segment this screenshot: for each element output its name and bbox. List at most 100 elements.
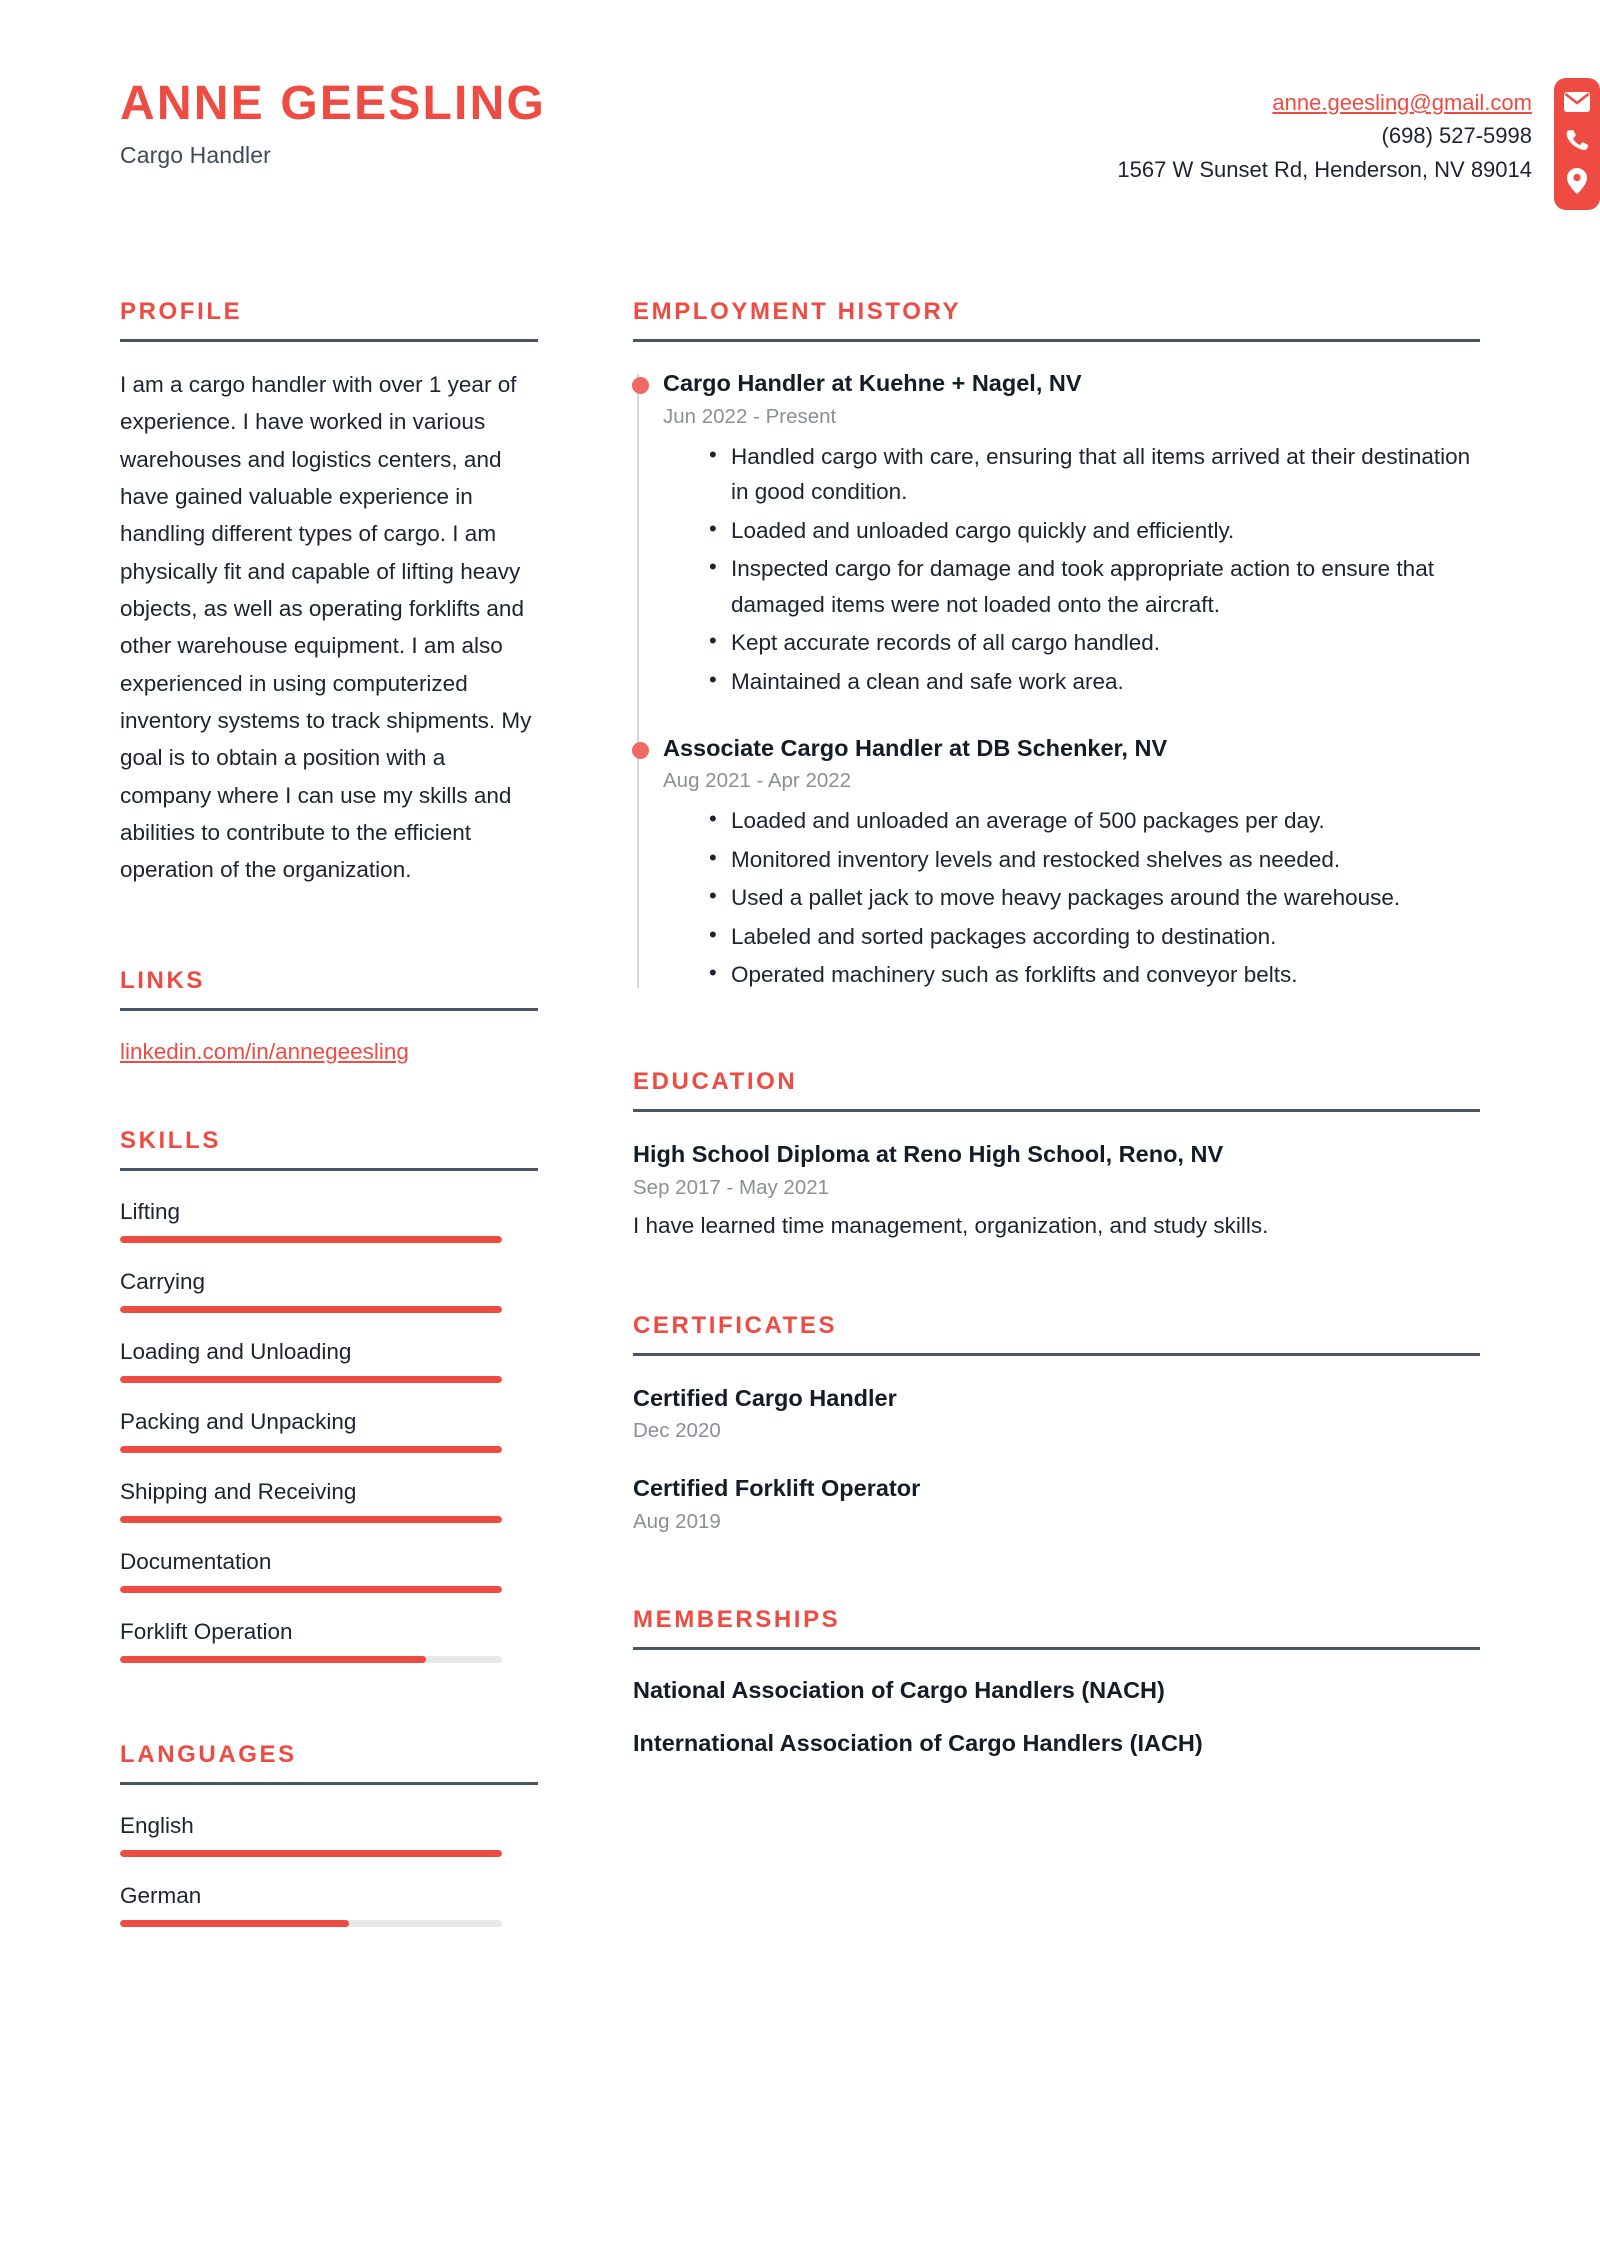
employment-date: Jun 2022 - Present	[663, 404, 837, 428]
section-languages: LANGUAGES English German	[120, 1741, 538, 1927]
employment-bullets: Handled cargo with care, ensuring that a…	[663, 438, 1480, 700]
skill-bar-track	[120, 1375, 502, 1383]
certificate-date: Aug 2019	[633, 1510, 721, 1534]
timeline-dot-icon	[632, 377, 649, 394]
section-heading-profile: PROFILE	[120, 298, 243, 325]
bullet-item: Handled cargo with care, ensuring that a…	[709, 438, 1480, 510]
bullet-item: Loaded and unloaded an average of 500 pa…	[709, 802, 1480, 839]
language-bar-fill	[120, 1849, 502, 1857]
certificates-list: Certified Cargo Handler Dec 2020 Certified…	[633, 1383, 1480, 1534]
skill-bar-item: Packing and Unpacking	[120, 1409, 538, 1453]
resume-columns: PROFILE I am a cargo handler with over 1…	[0, 210, 1600, 1927]
certificate-entry: Certified Forklift Operator Aug 2019	[633, 1473, 1480, 1534]
language-bar-item: German	[120, 1883, 538, 1927]
education-description: I have learned time management, organiza…	[633, 1212, 1269, 1238]
phone-icon	[1565, 128, 1589, 152]
link-item[interactable]: linkedin.com/in/annegeesling	[120, 1039, 409, 1065]
contact-address: 1567 W Sunset Rd, Henderson, NV 89014	[1117, 156, 1532, 182]
links-list: linkedin.com/in/annegeesling	[120, 1011, 538, 1065]
skill-bar-item: Forklift Operation	[120, 1619, 538, 1663]
resume-header: ANNE GEESLING Cargo Handler anne.geeslin…	[0, 0, 1600, 210]
section-skills: SKILLS Lifting Carrying Loading and Unload…	[120, 1127, 538, 1663]
contact-email-link[interactable]: anne.geesling@gmail.com	[1117, 86, 1532, 119]
language-label: English	[120, 1812, 194, 1838]
section-heading-education: EDUCATION	[633, 1068, 798, 1095]
skill-bar-fill	[120, 1445, 502, 1453]
skill-label: Lifting	[120, 1198, 181, 1224]
employment-title: Associate Cargo Handler at DB Schenker, …	[663, 734, 1168, 761]
bullet-item: Loaded and unloaded cargo quickly and ef…	[709, 512, 1480, 549]
location-pin-icon	[1567, 168, 1587, 194]
membership-entry: National Association of Cargo Handlers (…	[633, 1677, 1165, 1704]
certificate-title: Certified Forklift Operator	[633, 1475, 921, 1502]
section-heading-links: LINKS	[120, 966, 205, 994]
bullet-item: Monitored inventory levels and restocked…	[709, 841, 1480, 878]
contact-phone: (698) 527-5998	[1381, 123, 1532, 149]
section-divider	[120, 1167, 538, 1171]
section-heading-skills: SKILLS	[120, 1126, 221, 1154]
bullet-item: Used a pallet jack to move heavy package…	[709, 879, 1480, 916]
timeline-dot-icon	[632, 741, 649, 759]
skill-label: Carrying	[120, 1268, 206, 1294]
skill-label: Documentation	[120, 1548, 272, 1574]
section-divider	[633, 1647, 1480, 1651]
page-title: ANNE GEESLING	[120, 77, 546, 130]
language-bar-fill	[120, 1919, 350, 1927]
section-heading-certificates: CERTIFICATES	[633, 1311, 838, 1339]
section-heading-languages: LANGUAGES	[120, 1740, 297, 1768]
section-memberships: MEMBERSHIPS National Association of Carg…	[633, 1606, 1480, 1757]
languages-list: English German	[120, 1813, 538, 1927]
skill-bar-item: Shipping and Receiving	[120, 1479, 538, 1523]
skill-bar-fill	[120, 1515, 502, 1523]
skill-bar-fill	[120, 1585, 502, 1593]
sidebar-column: PROFILE I am a cargo handler with over 1…	[120, 298, 538, 1927]
employment-date: Aug 2021 - Apr 2022	[663, 769, 852, 793]
bullet-item: Kept accurate records of all cargo handl…	[709, 624, 1480, 661]
bullet-item: Operated machinery such as forklifts and…	[709, 956, 1480, 993]
section-employment: EMPLOYMENT HISTORY Cargo Handler at Kueh…	[632, 298, 1480, 1000]
main-column: EMPLOYMENT HISTORY Cargo Handler at Kueh…	[538, 298, 1480, 1757]
skill-bar-fill	[120, 1235, 502, 1243]
skill-bar-track	[120, 1655, 502, 1663]
identity-block: ANNE GEESLING Cargo Handler	[0, 78, 546, 169]
skill-bar-track	[120, 1305, 502, 1313]
section-divider	[633, 1109, 1480, 1112]
language-label: German	[120, 1882, 202, 1908]
skill-label: Loading and Unloading	[120, 1338, 352, 1364]
skill-bar-track	[120, 1235, 502, 1243]
skill-bar-track	[120, 1515, 502, 1523]
memberships-list: National Association of Cargo Handlers (…	[633, 1677, 1480, 1757]
section-education: EDUCATION High School Diploma at Reno Hi…	[633, 1068, 1480, 1244]
skill-label: Forklift Operation	[120, 1618, 293, 1644]
certificate-title: Certified Cargo Handler	[633, 1384, 897, 1411]
skill-bar-fill	[120, 1305, 502, 1313]
section-certificates: CERTIFICATES Certified Cargo Handler Dec …	[633, 1312, 1480, 1534]
education-list: High School Diploma at Reno High School,…	[633, 1139, 1480, 1244]
contact-icon-strip	[1554, 78, 1600, 210]
skill-bar-fill	[120, 1375, 502, 1383]
skill-label: Packing and Unpacking	[120, 1408, 357, 1434]
employment-timeline: Cargo Handler at Kuehne + Nagel, NV Jun 2…	[632, 368, 1480, 1000]
resume-page: ANNE GEESLING Cargo Handler anne.geeslin…	[0, 0, 1600, 2261]
language-bar-track	[120, 1849, 502, 1857]
skill-bar-item: Documentation	[120, 1549, 538, 1593]
certificate-entry: Certified Cargo Handler Dec 2020	[633, 1383, 1480, 1444]
certificate-date: Dec 2020	[633, 1419, 721, 1443]
contact-lines: anne.geesling@gmail.com (698) 527-5998 1…	[1117, 78, 1554, 186]
skill-bar-item: Loading and Unloading	[120, 1339, 538, 1383]
employment-bullets: Loaded and unloaded an average of 500 pa…	[663, 802, 1480, 993]
education-entry: High School Diploma at Reno High School,…	[633, 1139, 1480, 1244]
bullet-item: Maintained a clean and safe work area.	[709, 663, 1480, 700]
section-divider	[633, 339, 1480, 342]
skill-bar-track	[120, 1445, 502, 1453]
job-title-subtitle: Cargo Handler	[120, 141, 271, 168]
skill-bar-fill	[120, 1655, 426, 1663]
contact-block: anne.geesling@gmail.com (698) 527-5998 1…	[1117, 78, 1600, 210]
education-date: Sep 2017 - May 2021	[633, 1175, 830, 1199]
section-heading-employment: EMPLOYMENT HISTORY	[633, 298, 962, 325]
language-bar-item: English	[120, 1813, 538, 1857]
employment-entry: Associate Cargo Handler at DB Schenker, …	[632, 733, 1480, 1000]
section-heading-memberships: MEMBERSHIPS	[633, 1606, 841, 1634]
section-divider	[633, 1352, 1480, 1356]
section-divider	[120, 339, 538, 342]
